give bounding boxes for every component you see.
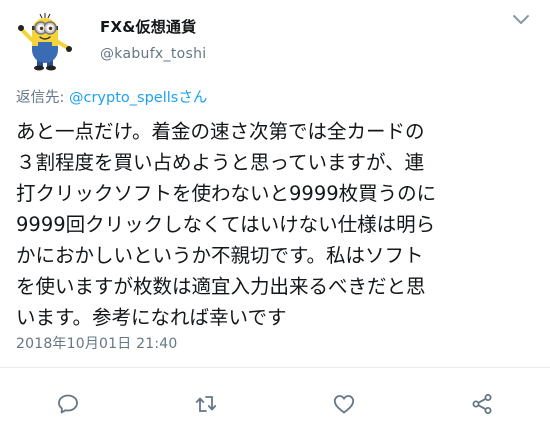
tweet-text-line: あと一点だけ。着金の速さ次第では全カードの xyxy=(16,120,425,143)
tweet-actions-bar xyxy=(0,386,550,422)
share-button[interactable] xyxy=(464,386,500,422)
reply-to-label: 返信先: xyxy=(16,90,69,106)
reply-to-mention[interactable]: @crypto_spellsさん xyxy=(69,90,207,106)
avatar[interactable] xyxy=(14,8,78,72)
tweet-text-line: かにおかしいというか不親切です。私はソフト xyxy=(16,244,424,267)
reply-to-line: 返信先: @crypto_spellsさん xyxy=(16,88,207,108)
divider xyxy=(0,367,550,368)
like-button[interactable] xyxy=(326,386,362,422)
tweet-text-line: います。参考になれば幸いです xyxy=(16,306,287,329)
tweet-text-line: 9999回クリックしなくてはいけない仕様は明ら xyxy=(16,213,436,236)
user-name-block[interactable]: FX&仮想通貨 @kabufx_toshi xyxy=(100,17,206,65)
tweet-text-line: ３割程度を買い占めようと思っていますが、連 xyxy=(16,151,425,174)
tweet-text-line: 打クリックソフトを使わないと9999枚買うのに xyxy=(16,182,437,205)
chevron-down-icon[interactable] xyxy=(510,12,532,28)
tweet-text: あと一点だけ。着金の速さ次第では全カードの ３割程度を買い占めようと思っています… xyxy=(16,116,538,333)
display-name[interactable]: FX&仮想通貨 xyxy=(100,17,206,37)
retweet-icon xyxy=(195,396,217,412)
tweet-header: FX&仮想通貨 @kabufx_toshi xyxy=(14,8,536,72)
reply-icon xyxy=(58,394,78,414)
tweet-timestamp[interactable]: 2018年10月01日 21:40 xyxy=(16,334,177,354)
user-handle[interactable]: @kabufx_toshi xyxy=(100,43,206,65)
share-icon xyxy=(472,394,492,414)
reply-button[interactable] xyxy=(50,386,86,422)
heart-icon xyxy=(333,395,355,414)
minion-avatar-image xyxy=(14,8,78,72)
retweet-button[interactable] xyxy=(188,386,224,422)
tweet-text-line: を使いますが枚数は適宜入力出来るべきだと思 xyxy=(16,275,426,298)
